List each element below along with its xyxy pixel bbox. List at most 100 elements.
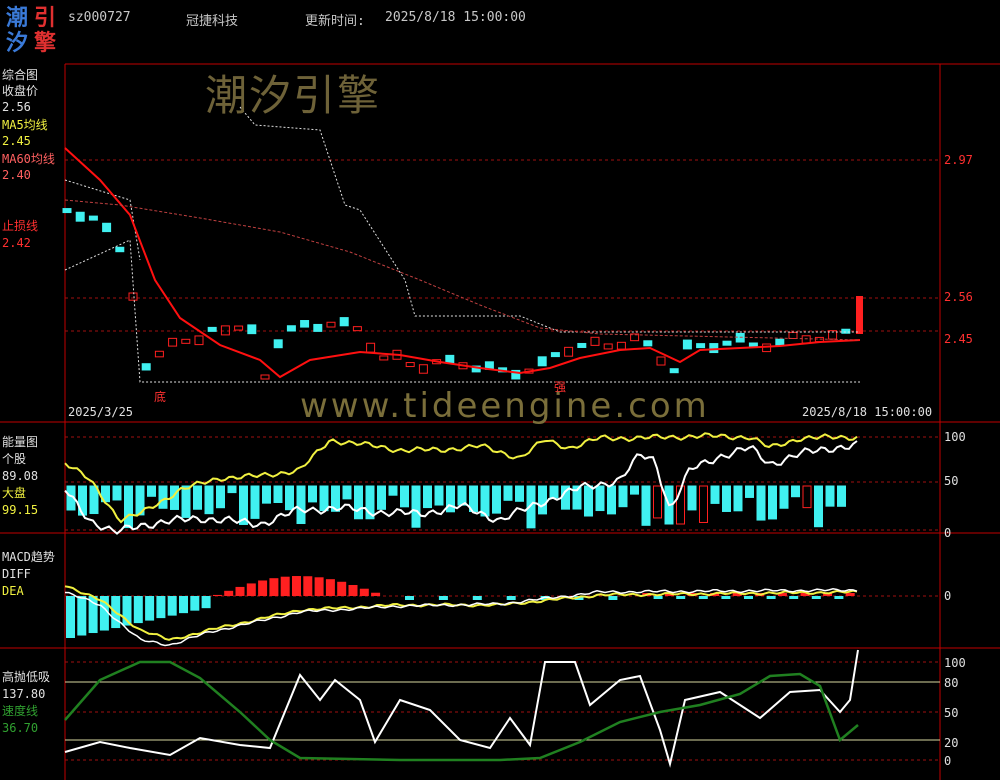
macd-bar-58 — [721, 596, 731, 599]
macd-panel-title: MACD趋势 — [2, 550, 55, 564]
energy-bar-64 — [802, 485, 812, 509]
energy-bar-60 — [756, 485, 766, 521]
energy-bar-38 — [503, 485, 513, 501]
candle-4 — [115, 246, 125, 253]
macd-bar-13 — [212, 594, 222, 596]
energy-bar-8 — [158, 485, 168, 509]
candle-55 — [788, 331, 798, 339]
ma60-value: 2.40 — [2, 168, 31, 182]
main-tick-2: 2.56 — [944, 290, 973, 304]
macd-bar-20 — [292, 576, 301, 596]
bottom-mark: 底 — [154, 390, 167, 404]
watermark-logo-text: 潮汐引擎 — [205, 71, 382, 120]
candle-2 — [88, 215, 98, 221]
energy-bar-61 — [768, 485, 777, 520]
candle-5 — [128, 292, 138, 301]
macd-bar-8 — [156, 596, 166, 619]
macd-bar-39 — [506, 596, 516, 600]
energy-bar-39 — [515, 485, 524, 502]
macd-bar-0 — [66, 596, 75, 638]
macd-bar-17 — [258, 580, 268, 596]
energy-bar-41 — [538, 485, 547, 515]
energy-bar-58 — [733, 485, 743, 512]
macd-bar-18 — [269, 578, 279, 596]
macd-bar-26 — [359, 588, 369, 596]
stop-value: 2.42 — [2, 236, 31, 250]
energy-bar-11 — [193, 485, 202, 510]
strong-mark: 强 — [554, 380, 567, 394]
energy-bar-24 — [342, 485, 352, 500]
energy-bar-4 — [112, 485, 122, 501]
energy-bar-50 — [641, 485, 651, 526]
energy-bar-31 — [423, 485, 432, 509]
macd-bar-66 — [811, 596, 821, 599]
candle-3 — [102, 222, 112, 233]
candle-48 — [696, 343, 706, 349]
energy-bar-13 — [216, 485, 225, 509]
candle-46 — [669, 368, 679, 374]
energy-bar-16 — [250, 485, 260, 519]
energy-stock-label: 个股 — [2, 452, 27, 466]
macd-bar-22 — [314, 577, 324, 596]
candle-9 — [181, 338, 191, 344]
energy-bar-29 — [400, 485, 409, 508]
energy-bar-65 — [814, 485, 823, 528]
energy-bar-56 — [710, 485, 720, 504]
energy-bar-28 — [388, 485, 398, 496]
macd-bar-19 — [280, 576, 290, 596]
start-date: 2025/3/25 — [68, 405, 134, 419]
candle-45 — [656, 356, 666, 366]
macd-bar-60 — [744, 596, 753, 599]
energy-bar-55 — [699, 485, 708, 523]
macd-bar-33 — [438, 596, 448, 600]
energy-bar-27 — [377, 485, 386, 510]
highlow-tick-50: 50 — [944, 706, 959, 720]
energy-bar-2 — [89, 485, 99, 515]
candle-49 — [709, 343, 719, 354]
candle-44 — [643, 340, 653, 347]
macd-bar-30 — [405, 596, 414, 600]
highlow-value: 137.80 — [2, 687, 46, 701]
macd-bar-12 — [201, 596, 211, 609]
candle-59 — [841, 328, 851, 334]
energy-bar-67 — [837, 485, 846, 507]
candle-29 — [445, 354, 455, 364]
energy-bar-21 — [308, 485, 317, 503]
energy-bar-59 — [745, 485, 754, 498]
macd-bar-69 — [845, 593, 855, 596]
candle-42 — [616, 341, 626, 350]
candle-50 — [722, 340, 732, 346]
macd-bar-7 — [145, 596, 155, 621]
candle-27 — [418, 364, 428, 374]
candle-47 — [682, 339, 692, 350]
highlow-panel-title: 高抛低吸 — [2, 670, 51, 684]
energy-bar-49 — [630, 485, 639, 495]
end-date: 2025/8/18 15:00:00 — [802, 405, 933, 419]
macd-bar-14 — [224, 590, 234, 596]
macd-bar-64 — [789, 596, 799, 599]
candle-1 — [75, 211, 85, 222]
ma60-label: MA60均线 — [2, 152, 55, 166]
stop-label: 止损线 — [2, 219, 39, 233]
energy-bar-30 — [411, 485, 421, 528]
energy-tick-0: 0 — [944, 526, 952, 540]
candle-16 — [273, 339, 283, 349]
close-label: 收盘价 — [2, 84, 39, 98]
candle-8 — [168, 337, 178, 347]
macd-bar-68 — [834, 596, 844, 599]
macd-diff-label: DIFF — [2, 567, 31, 581]
candle-6 — [141, 363, 151, 371]
macd-bar-1 — [77, 596, 87, 636]
energy-bar-46 — [595, 485, 605, 512]
energy-bar-45 — [584, 485, 593, 517]
macd-bar-25 — [348, 585, 358, 596]
macd-bar-24 — [337, 581, 347, 596]
energy-tick-100: 100 — [944, 430, 966, 444]
energy-bar-63 — [791, 485, 800, 498]
ma60-line — [64, 199, 861, 341]
candle-23 — [366, 342, 376, 353]
candle-15 — [260, 374, 270, 380]
candle-41 — [603, 343, 613, 350]
energy-bar-32 — [434, 485, 444, 506]
candle-38 — [564, 346, 574, 357]
